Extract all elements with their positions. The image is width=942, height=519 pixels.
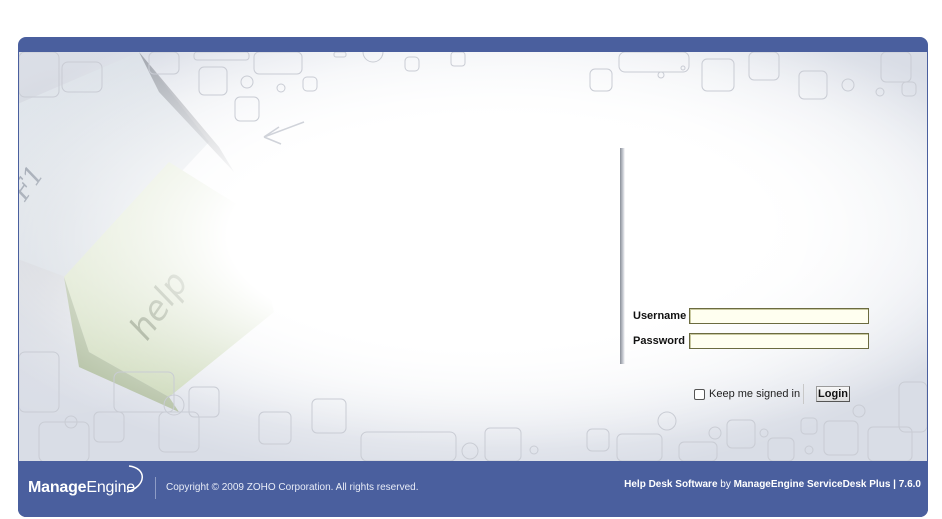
login-form: Username Password Keep me signed in Logi… <box>620 148 920 404</box>
password-input[interactable] <box>689 333 869 349</box>
logo-text-bold: Manage <box>28 479 87 496</box>
copyright-text: Copyright © 2009 ZOHO Corporation. All r… <box>166 482 419 493</box>
credit-product-link[interactable]: Help Desk Software <box>624 479 717 490</box>
login-options-separator <box>803 384 804 404</box>
footer-bar: ManageEngine Copyright © 2009 ZOHO Corpo… <box>18 461 928 517</box>
login-panel-divider <box>620 148 625 364</box>
login-button[interactable]: Login <box>816 386 850 402</box>
version-number: 7.6.0 <box>898 479 921 490</box>
product-credit: Help Desk Software by ManageEngine Servi… <box>624 479 921 490</box>
keep-signed-in-label[interactable]: Keep me signed in <box>709 388 800 400</box>
password-label: Password <box>633 335 685 347</box>
logo-arc-icon <box>126 465 143 493</box>
hero-banner: F1 help <box>19 52 927 461</box>
login-window-frame: F1 help <box>18 37 928 517</box>
credit-pipe: | <box>893 479 896 490</box>
keep-signed-in-group[interactable]: Keep me signed in <box>694 386 800 402</box>
keep-signed-in-checkbox[interactable] <box>694 388 705 400</box>
username-label: Username <box>633 310 687 322</box>
footer-separator <box>155 477 156 499</box>
credit-vendor-link[interactable]: ManageEngine ServiceDesk Plus <box>734 479 891 490</box>
credit-by-text: by <box>720 479 731 490</box>
username-input[interactable] <box>689 308 869 324</box>
